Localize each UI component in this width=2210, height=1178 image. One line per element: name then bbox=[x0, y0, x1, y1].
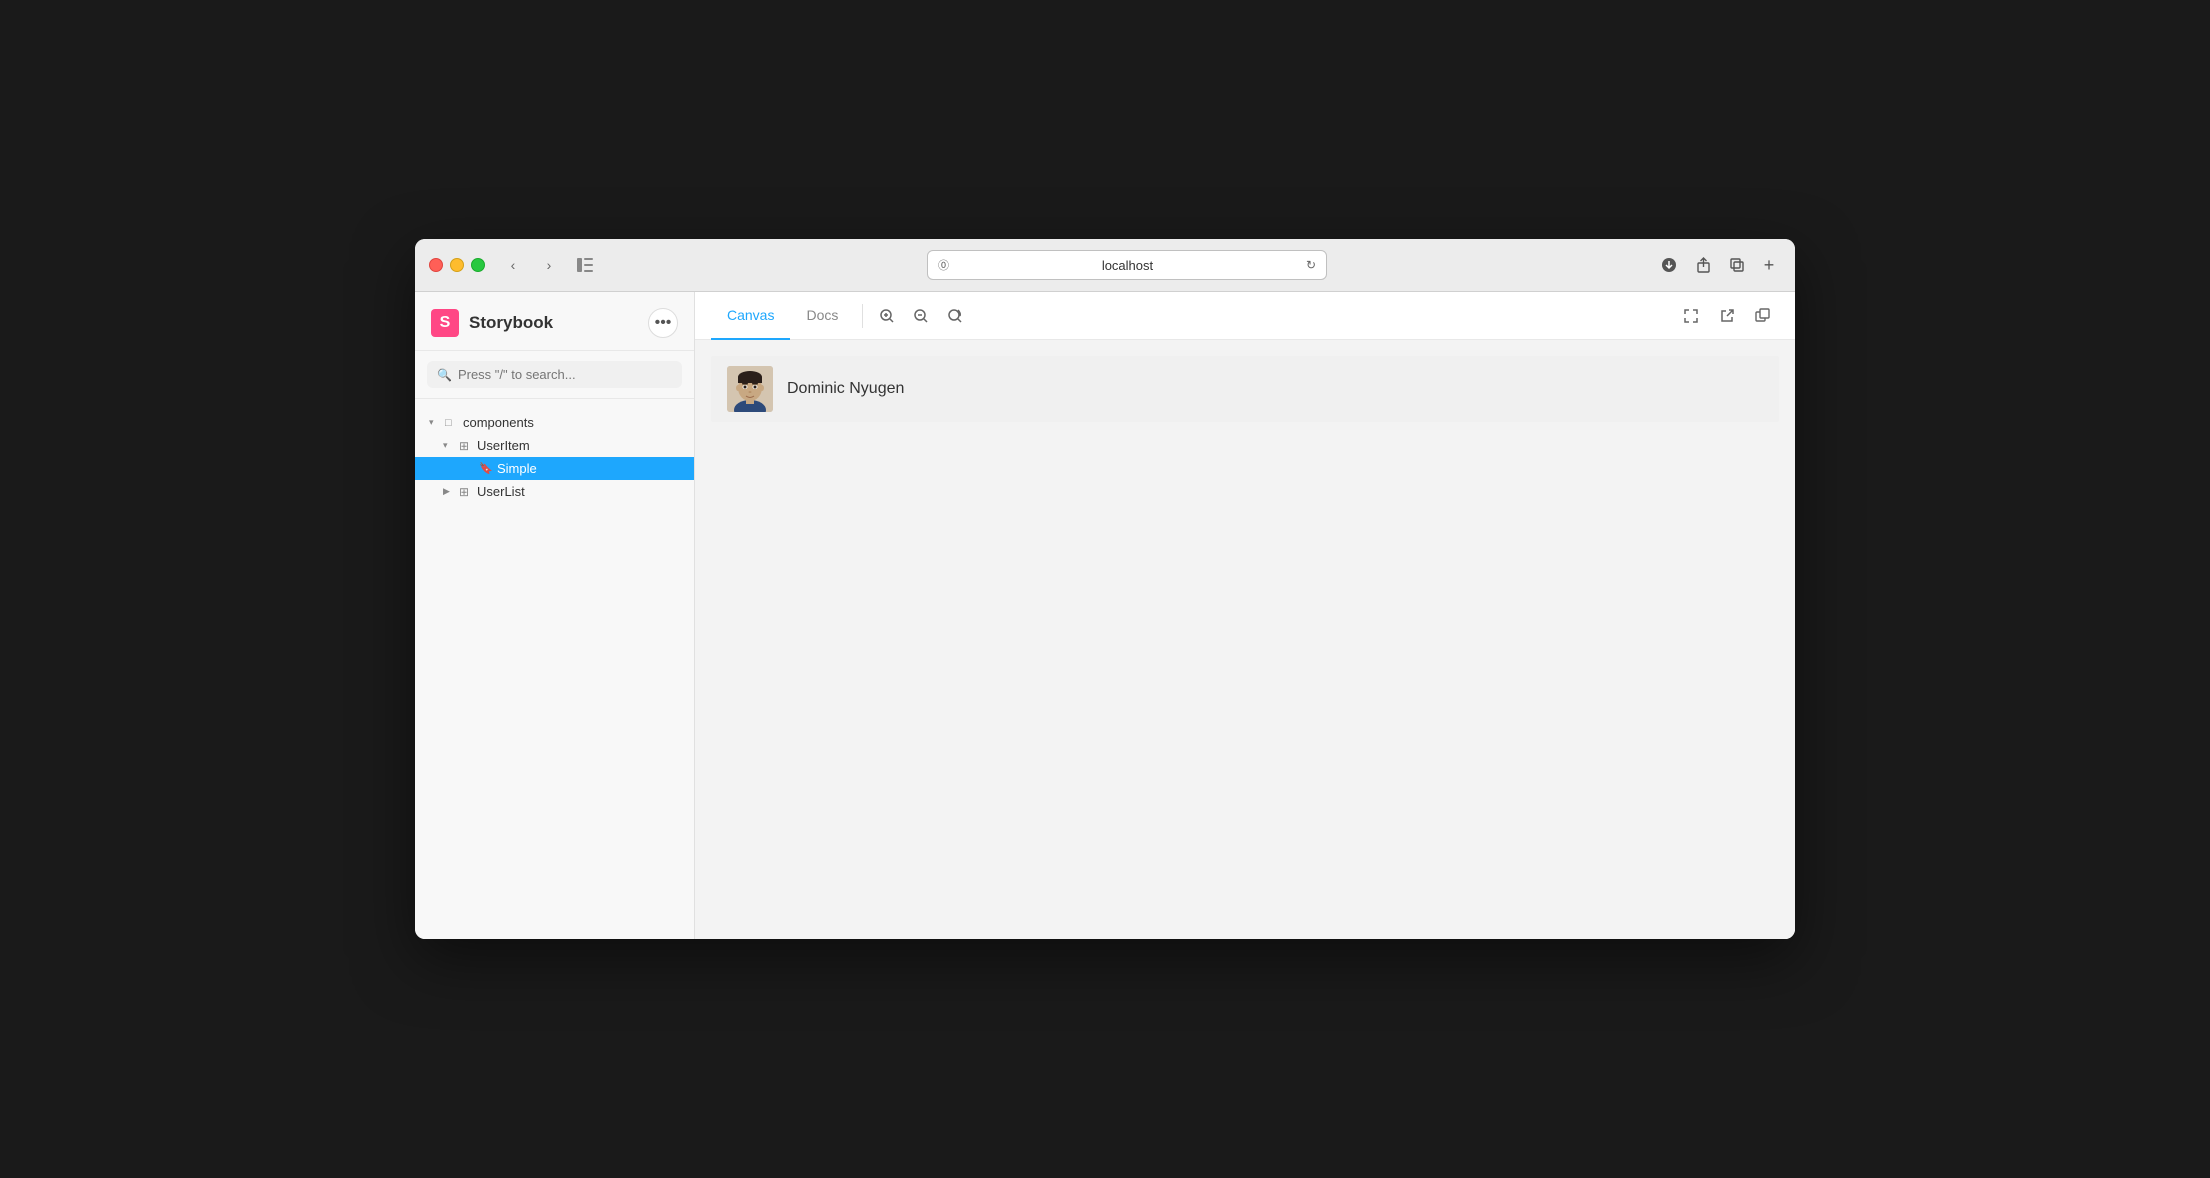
tree-label-components: components bbox=[463, 415, 534, 430]
storybook-title: Storybook bbox=[469, 313, 553, 333]
open-new-icon bbox=[1719, 308, 1735, 324]
component-icon: ⊞ bbox=[459, 439, 473, 453]
zoom-in-button[interactable] bbox=[871, 300, 903, 332]
sidebar-item-components[interactable]: ▾ □ components bbox=[415, 411, 694, 434]
zoom-out-button[interactable] bbox=[905, 300, 937, 332]
canvas-tab-label: Canvas bbox=[727, 307, 774, 323]
search-input-wrapper[interactable]: 🔍 bbox=[427, 361, 682, 388]
story-icon: 🔖 bbox=[479, 462, 493, 475]
storybook-logo: S Storybook bbox=[431, 309, 553, 337]
user-name: Dominic Nyugen bbox=[787, 380, 904, 398]
docs-tab-label: Docs bbox=[806, 307, 838, 323]
share-icon bbox=[1696, 257, 1711, 273]
download-icon bbox=[1661, 257, 1677, 273]
close-button[interactable] bbox=[429, 258, 443, 272]
canvas-area: Dominic Nyugen bbox=[695, 340, 1795, 939]
sidebar-header: S Storybook ••• bbox=[415, 292, 694, 351]
sidebar-toggle-button[interactable] bbox=[571, 251, 599, 279]
tree-label-simple: Simple bbox=[497, 461, 537, 476]
sidebar-item-userlist[interactable]: ▶ ⊞ UserList bbox=[415, 480, 694, 503]
main-content: Canvas Docs bbox=[695, 292, 1795, 939]
tree-label-useritem: UserItem bbox=[477, 438, 530, 453]
sidebar-icon bbox=[577, 258, 593, 272]
folder-icon: □ bbox=[445, 417, 459, 429]
avatar-image bbox=[727, 366, 773, 412]
menu-dots: ••• bbox=[655, 314, 672, 332]
zoom-in-icon bbox=[879, 308, 895, 324]
browser-content: S Storybook ••• 🔍 ▾ □ c bbox=[415, 292, 1795, 939]
toolbar-divider bbox=[862, 304, 863, 328]
avatar bbox=[727, 366, 773, 412]
logo-letter: S bbox=[440, 314, 451, 332]
open-new-button[interactable] bbox=[1711, 300, 1743, 332]
chevron-down-icon: ▾ bbox=[443, 440, 455, 451]
sidebar-menu-button[interactable]: ••• bbox=[648, 308, 678, 338]
minimize-button[interactable] bbox=[450, 258, 464, 272]
share-button[interactable] bbox=[1689, 251, 1717, 279]
sidebar-item-simple[interactable]: 🔖 Simple bbox=[415, 457, 694, 480]
sidebar-search: 🔍 bbox=[415, 351, 694, 399]
tree-label-userlist: UserList bbox=[477, 484, 525, 499]
forward-button[interactable]: › bbox=[535, 251, 563, 279]
address-bar[interactable]: ⓪ localhost ↻ bbox=[927, 250, 1327, 280]
sidebar-tree: ▾ □ components ▾ ⊞ UserItem 🔖 Simple bbox=[415, 399, 694, 939]
user-item-preview: Dominic Nyugen bbox=[711, 356, 1779, 422]
duplicate-button[interactable] bbox=[1723, 251, 1751, 279]
zoom-out-icon bbox=[913, 308, 929, 324]
copy-link-button[interactable] bbox=[1747, 300, 1779, 332]
chevron-down-icon: ▾ bbox=[429, 417, 441, 428]
fullscreen-button[interactable] bbox=[1675, 300, 1707, 332]
fullscreen-icon bbox=[1683, 308, 1699, 324]
reload-icon[interactable]: ↻ bbox=[1306, 258, 1316, 272]
reset-zoom-button[interactable] bbox=[939, 300, 971, 332]
back-button[interactable]: ‹ bbox=[499, 251, 527, 279]
browser-chrome: ‹ › ⓪ localhost ↻ bbox=[415, 239, 1795, 292]
lock-icon: ⓪ bbox=[938, 257, 949, 273]
traffic-lights bbox=[429, 258, 485, 272]
tab-docs[interactable]: Docs bbox=[790, 292, 854, 340]
toolbar: Canvas Docs bbox=[695, 292, 1795, 340]
search-input[interactable] bbox=[458, 367, 672, 382]
component-icon: ⊞ bbox=[459, 485, 473, 499]
sidebar-item-useritem[interactable]: ▾ ⊞ UserItem bbox=[415, 434, 694, 457]
tab-canvas[interactable]: Canvas bbox=[711, 292, 790, 340]
duplicate-icon bbox=[1730, 258, 1745, 273]
browser-actions: + bbox=[1655, 251, 1781, 279]
storybook-logo-icon: S bbox=[431, 309, 459, 337]
toolbar-zoom-icons bbox=[871, 300, 971, 332]
new-tab-button[interactable]: + bbox=[1757, 253, 1781, 277]
toolbar-right bbox=[1675, 300, 1779, 332]
browser-toolbar: ‹ › ⓪ localhost ↻ bbox=[415, 239, 1795, 291]
sidebar: S Storybook ••• 🔍 ▾ □ c bbox=[415, 292, 695, 939]
chevron-right-icon: ▶ bbox=[443, 486, 455, 497]
address-text: localhost bbox=[955, 258, 1300, 273]
download-button[interactable] bbox=[1655, 251, 1683, 279]
address-bar-wrapper: ⓪ localhost ↻ bbox=[607, 250, 1647, 280]
reset-zoom-icon bbox=[947, 308, 963, 324]
copy-link-icon bbox=[1755, 308, 1771, 324]
browser-window: ‹ › ⓪ localhost ↻ bbox=[415, 239, 1795, 939]
search-icon: 🔍 bbox=[437, 368, 452, 382]
maximize-button[interactable] bbox=[471, 258, 485, 272]
